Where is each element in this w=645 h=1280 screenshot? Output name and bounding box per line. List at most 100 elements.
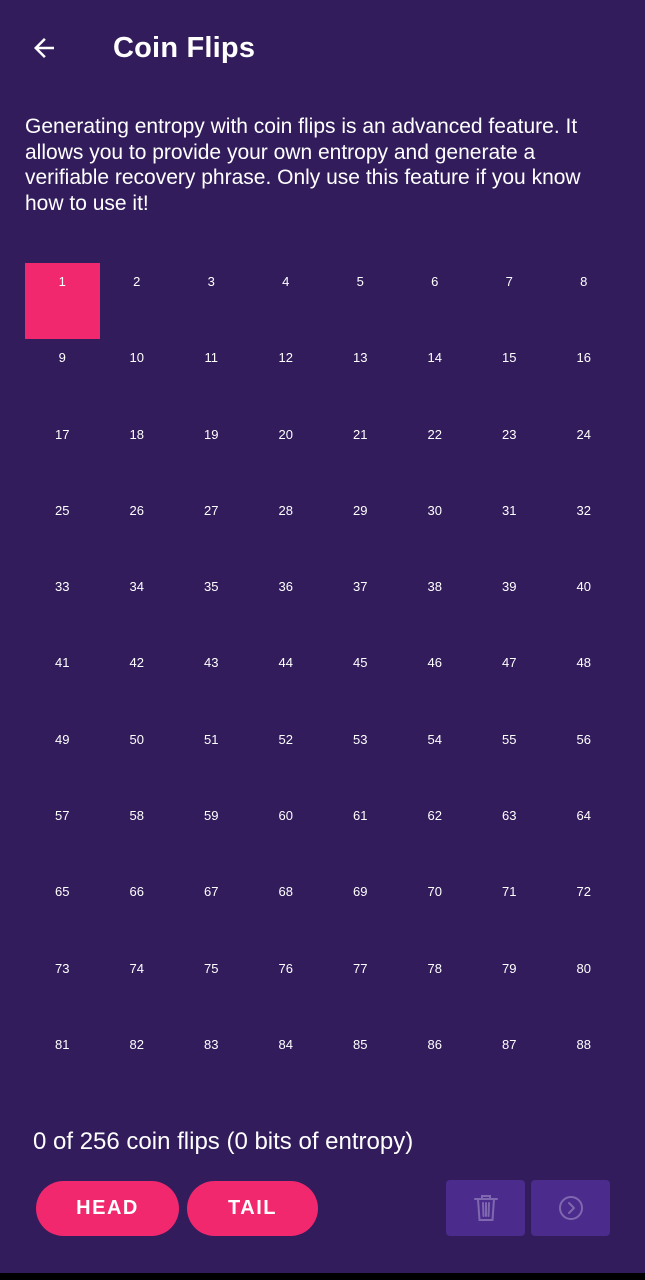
grid-cell: 16 bbox=[576, 350, 591, 366]
app-bar: Coin Flips bbox=[0, 0, 645, 96]
grid-cell: 38 bbox=[427, 579, 442, 595]
grid-cell: 23 bbox=[502, 426, 517, 442]
grid-cell: 49 bbox=[55, 731, 70, 747]
grid-cell: 62 bbox=[427, 808, 442, 824]
grid-cell: 25 bbox=[55, 502, 70, 518]
grid-cell: 86 bbox=[427, 1036, 442, 1052]
grid-cell: 32 bbox=[576, 502, 591, 518]
grid-cell: 50 bbox=[129, 731, 144, 747]
arrow-left-icon bbox=[34, 38, 54, 58]
grid-cell: 30 bbox=[427, 502, 442, 518]
grid-cell: 59 bbox=[204, 808, 219, 824]
grid-cell: 47 bbox=[502, 655, 517, 671]
grid-cell: 48 bbox=[576, 655, 591, 671]
grid-cell: 13 bbox=[353, 350, 368, 366]
grid-cell: 18 bbox=[129, 426, 144, 442]
grid-cell: 61 bbox=[353, 808, 368, 824]
grid-cell: 33 bbox=[55, 579, 70, 595]
grid-cell: 1 bbox=[25, 263, 100, 340]
grid-cell: 27 bbox=[204, 502, 219, 518]
grid-cell: 82 bbox=[129, 1036, 144, 1052]
grid-cell: 51 bbox=[204, 731, 219, 747]
grid-cell: 52 bbox=[278, 731, 293, 747]
grid-cell: 54 bbox=[427, 731, 442, 747]
system-navigation-bar bbox=[0, 1273, 645, 1280]
grid-cell: 78 bbox=[427, 960, 442, 976]
grid-cell: 43 bbox=[204, 655, 219, 671]
back-button[interactable] bbox=[22, 26, 66, 70]
grid-cell: 45 bbox=[353, 655, 368, 671]
flip-counter: 0 of 256 coin flips (0 bits of entropy) bbox=[33, 1128, 414, 1155]
chevron-right-circle-icon bbox=[558, 1196, 583, 1220]
grid-cell: 64 bbox=[576, 808, 591, 824]
grid-cell: 21 bbox=[353, 426, 368, 442]
grid-cell: 2 bbox=[133, 274, 141, 289]
grid-cell: 85 bbox=[353, 1036, 368, 1052]
grid-cell: 88 bbox=[576, 1036, 591, 1052]
grid-cell: 15 bbox=[502, 350, 517, 366]
grid-cell: 8 bbox=[580, 274, 588, 289]
grid-cell: 69 bbox=[353, 884, 368, 900]
tail-button[interactable]: TAIL bbox=[187, 1181, 318, 1236]
grid-cell: 81 bbox=[55, 1036, 70, 1052]
grid-cell: 56 bbox=[576, 731, 591, 747]
grid-cell: 26 bbox=[129, 502, 144, 518]
grid-cell: 67 bbox=[204, 884, 219, 900]
grid-cell: 72 bbox=[576, 884, 591, 900]
grid-cell: 75 bbox=[204, 960, 219, 976]
grid-cell: 76 bbox=[278, 960, 293, 976]
grid-cell: 87 bbox=[502, 1036, 517, 1052]
grid-cell: 70 bbox=[427, 884, 442, 900]
grid-cell: 5 bbox=[356, 274, 364, 289]
grid-cell: 53 bbox=[353, 731, 368, 747]
grid-cell: 29 bbox=[353, 502, 368, 518]
grid-cell: 57 bbox=[55, 808, 70, 824]
grid-cell: 3 bbox=[207, 274, 215, 289]
grid-cell: 39 bbox=[502, 579, 517, 595]
grid-cell: 12 bbox=[278, 350, 293, 366]
grid-cell: 9 bbox=[58, 350, 66, 366]
grid-cell: 35 bbox=[204, 579, 219, 595]
grid-cell: 28 bbox=[278, 502, 293, 518]
grid-cell: 17 bbox=[55, 426, 70, 442]
grid-cell: 74 bbox=[129, 960, 144, 976]
grid-cell: 4 bbox=[282, 274, 290, 289]
next-button[interactable] bbox=[531, 1180, 610, 1236]
grid-cell: 68 bbox=[278, 884, 293, 900]
grid-cell: 84 bbox=[278, 1036, 293, 1052]
grid-cell: 44 bbox=[278, 655, 293, 671]
grid-cell: 80 bbox=[576, 960, 591, 976]
grid-cell: 11 bbox=[204, 350, 219, 366]
grid-cell: 71 bbox=[502, 884, 517, 900]
grid-cell: 19 bbox=[204, 426, 219, 442]
grid-cell: 20 bbox=[278, 426, 293, 442]
delete-button[interactable] bbox=[446, 1180, 525, 1236]
grid-cell: 46 bbox=[427, 655, 442, 671]
grid-cell: 60 bbox=[278, 808, 293, 824]
grid-cell: 63 bbox=[502, 808, 517, 824]
grid-cell: 65 bbox=[55, 884, 70, 900]
coin-flip-grid: 1 2 3 4 5 6 7 8 9 10 11 12 13 14 15 16 17 18 19 20 21 22 23 24 2… bbox=[25, 263, 621, 1102]
head-button[interactable]: HEAD bbox=[36, 1181, 179, 1236]
grid-cell: 77 bbox=[353, 960, 368, 976]
grid-cell: 55 bbox=[502, 731, 517, 747]
grid-cell: 10 bbox=[129, 350, 144, 366]
grid-cell: 79 bbox=[502, 960, 517, 976]
grid-cell: 42 bbox=[129, 655, 144, 671]
grid-cell: 58 bbox=[129, 808, 144, 824]
grid-cell: 22 bbox=[427, 426, 442, 442]
description-text: Generating entropy with coin flips is an… bbox=[25, 115, 581, 215]
grid-cell: 37 bbox=[353, 579, 368, 595]
grid-cell: 41 bbox=[55, 655, 70, 671]
grid-cell: 36 bbox=[278, 579, 293, 595]
grid-cell: 31 bbox=[502, 502, 517, 518]
grid-cell: 7 bbox=[505, 274, 513, 289]
grid-cell: 34 bbox=[129, 579, 144, 595]
trash-icon bbox=[473, 1195, 498, 1221]
grid-cell: 83 bbox=[204, 1036, 219, 1052]
grid-cell: 14 bbox=[427, 350, 442, 366]
grid-cell: 6 bbox=[431, 274, 439, 289]
grid-cell: 40 bbox=[576, 579, 591, 595]
page-title: Coin Flips bbox=[113, 32, 256, 64]
grid-cell: 66 bbox=[129, 884, 144, 900]
